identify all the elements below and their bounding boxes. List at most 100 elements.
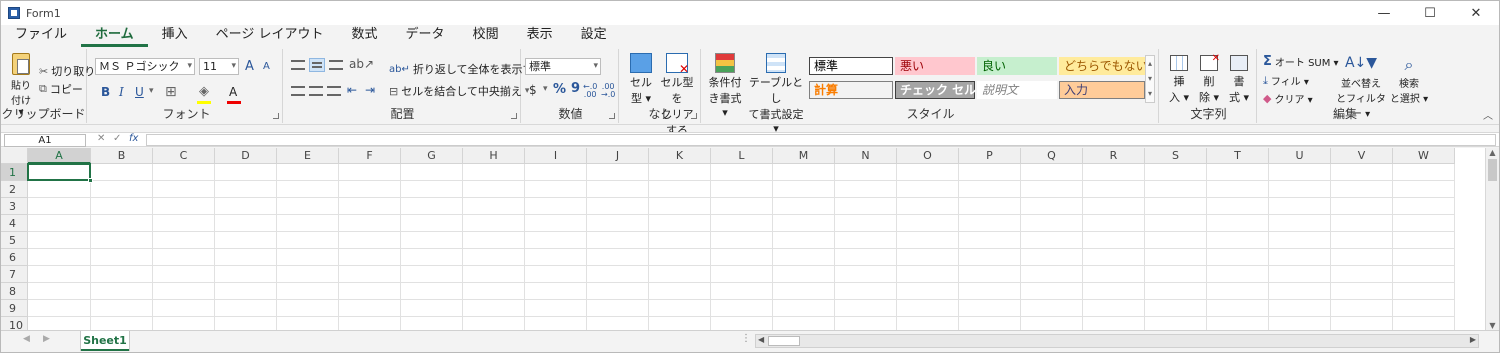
cell[interactable] (649, 164, 711, 181)
row-header[interactable]: 7 (1, 266, 28, 283)
cell[interactable] (215, 283, 277, 300)
column-header[interactable]: U (1269, 148, 1331, 164)
cell[interactable] (463, 198, 525, 215)
paste-button[interactable]: 貼り 付け ▾ (7, 53, 35, 118)
cell[interactable] (1207, 266, 1269, 283)
cell[interactable] (401, 198, 463, 215)
sheet-tab[interactable]: Sheet1 (81, 331, 129, 351)
cell[interactable] (773, 181, 835, 198)
delete-button[interactable]: ✕ 削 除 ▾ (1197, 53, 1221, 105)
column-header[interactable]: A (28, 148, 91, 164)
cell[interactable] (1021, 317, 1083, 330)
cell[interactable] (773, 300, 835, 317)
bold-button[interactable]: B (101, 85, 110, 99)
cell[interactable] (1331, 232, 1393, 249)
cell[interactable] (1021, 300, 1083, 317)
column-header[interactable]: R (1083, 148, 1145, 164)
cell[interactable] (587, 181, 649, 198)
cell[interactable] (1393, 249, 1455, 266)
cell[interactable] (1331, 317, 1393, 330)
column-header[interactable]: B (91, 148, 153, 164)
fx-icon[interactable]: fx (129, 133, 138, 144)
cell[interactable] (525, 164, 587, 181)
cell[interactable] (1269, 249, 1331, 266)
cell[interactable] (587, 198, 649, 215)
cell[interactable] (1145, 164, 1207, 181)
cell[interactable] (28, 249, 91, 266)
cell[interactable] (1331, 164, 1393, 181)
row-header[interactable]: 3 (1, 198, 28, 215)
cell[interactable] (587, 232, 649, 249)
cell[interactable] (401, 249, 463, 266)
insert-button[interactable]: 挿 入 ▾ (1167, 55, 1191, 105)
column-header[interactable]: I (525, 148, 587, 164)
cell[interactable] (91, 317, 153, 330)
copy-button[interactable]: ⧉ コピー (39, 81, 83, 97)
tab-split-handle[interactable]: ⋮ (741, 333, 751, 344)
cell[interactable] (1269, 300, 1331, 317)
currency-button[interactable]: $ (529, 83, 537, 97)
cell[interactable] (711, 181, 773, 198)
column-header[interactable]: E (277, 148, 339, 164)
orientation-icon[interactable]: ab↗ (349, 57, 374, 71)
increase-indent-icon[interactable]: ⇥ (365, 83, 375, 97)
cell[interactable] (339, 249, 401, 266)
italic-button[interactable]: I (119, 85, 124, 99)
cell[interactable] (215, 164, 277, 181)
cell[interactable] (1393, 317, 1455, 330)
column-header[interactable]: W (1393, 148, 1455, 164)
cell[interactable] (339, 300, 401, 317)
formula-enter-icon[interactable]: ✓ (113, 133, 121, 144)
align-center-icon[interactable] (309, 86, 323, 96)
cell[interactable] (959, 317, 1021, 330)
cell[interactable] (1207, 232, 1269, 249)
cell[interactable] (587, 164, 649, 181)
cell[interactable] (587, 283, 649, 300)
cell[interactable] (153, 215, 215, 232)
cell[interactable] (1083, 232, 1145, 249)
cell[interactable] (339, 317, 401, 330)
cell[interactable] (91, 300, 153, 317)
column-header[interactable]: O (897, 148, 959, 164)
shrink-font-button[interactable]: A (263, 61, 270, 72)
prev-sheet-icon[interactable]: ◀ (23, 334, 30, 344)
cell[interactable] (649, 249, 711, 266)
cell[interactable] (91, 266, 153, 283)
cell[interactable] (1083, 249, 1145, 266)
cell[interactable] (649, 232, 711, 249)
cell[interactable] (959, 164, 1021, 181)
cell-type-dialog-launcher[interactable] (691, 113, 697, 119)
cell[interactable] (1083, 283, 1145, 300)
cell[interactable] (339, 232, 401, 249)
cut-button[interactable]: ✂ 切り取り (39, 63, 95, 79)
cell[interactable] (711, 300, 773, 317)
cell[interactable] (277, 317, 339, 330)
cell[interactable] (1145, 181, 1207, 198)
cell[interactable] (587, 266, 649, 283)
cell[interactable] (525, 249, 587, 266)
column-header[interactable]: S (1145, 148, 1207, 164)
cell[interactable] (835, 215, 897, 232)
row-header[interactable]: 8 (1, 283, 28, 300)
formula-input[interactable] (146, 134, 1496, 146)
cell[interactable] (711, 317, 773, 330)
cell[interactable] (711, 164, 773, 181)
font-color-button[interactable]: A (229, 85, 237, 99)
tab-3[interactable]: ページ レイアウト (202, 25, 338, 47)
cell[interactable] (153, 249, 215, 266)
cell[interactable] (28, 283, 91, 300)
cell[interactable] (649, 266, 711, 283)
cell[interactable] (1331, 249, 1393, 266)
horizontal-scrollbar[interactable]: ◀ ▶ (755, 334, 1479, 348)
cell[interactable] (401, 317, 463, 330)
cell[interactable] (773, 283, 835, 300)
cell[interactable] (711, 198, 773, 215)
format-as-table-button[interactable]: テーブルとし て書式設定 ▾ (747, 53, 805, 135)
cell[interactable] (463, 317, 525, 330)
column-header[interactable]: M (773, 148, 835, 164)
format-button[interactable]: 書 式 ▾ (1227, 55, 1251, 105)
comma-button[interactable]: 9 (571, 81, 580, 96)
row-header[interactable]: 9 (1, 300, 28, 317)
cell[interactable] (153, 266, 215, 283)
cell[interactable] (277, 232, 339, 249)
